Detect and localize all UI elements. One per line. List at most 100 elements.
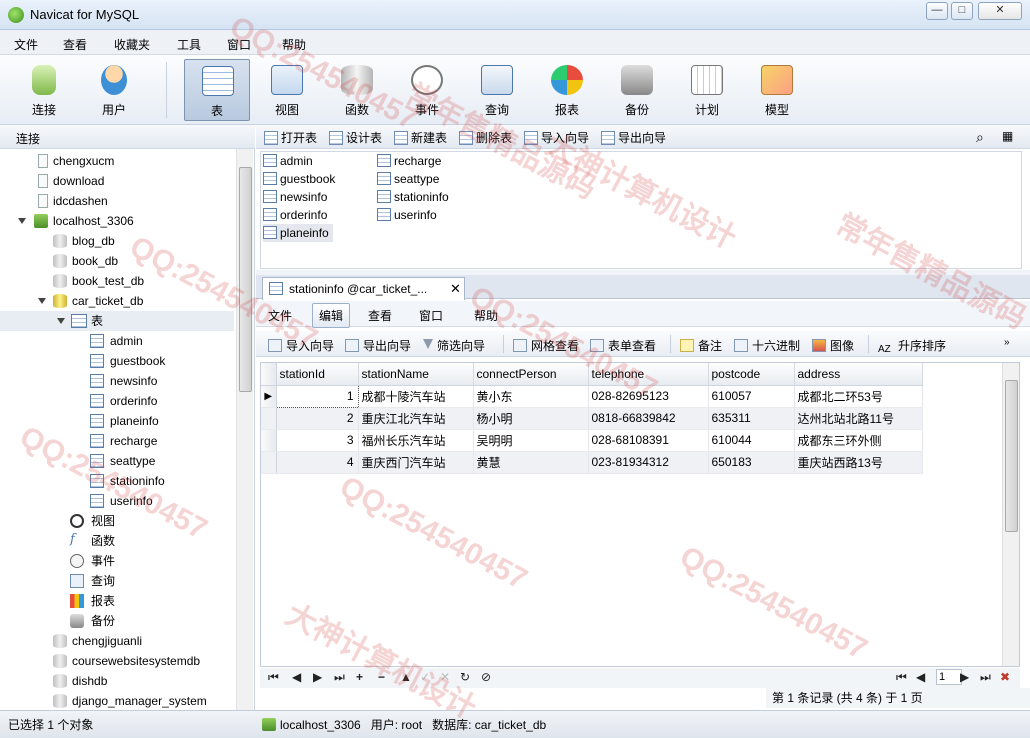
table-row[interactable]: 4 重庆西门汽车站 黄慧 023-81934312 650183 重庆站西路13… — [261, 451, 923, 474]
cell-connectperson[interactable]: 黄慧 — [473, 451, 589, 474]
tree-item-localhost[interactable]: localhost_3306 — [0, 211, 236, 231]
open-table-button[interactable]: 打开表 — [264, 129, 317, 146]
search-icon[interactable]: ⌕ — [976, 129, 984, 146]
tree-item-car-ticket-db[interactable]: car_ticket_db — [0, 291, 236, 311]
tree-scrollbar[interactable] — [236, 149, 253, 710]
cell-stationname[interactable]: 福州长乐汽车站 — [358, 429, 474, 452]
grid-view-button[interactable]: 网格查看 — [513, 337, 579, 354]
column-header-telephone[interactable]: telephone — [588, 363, 709, 386]
menu-file[interactable]: 文件 — [14, 36, 38, 53]
tree-item-dishdb[interactable]: dishdb — [0, 671, 236, 691]
tree-item-table-planeinfo[interactable]: planeinfo — [0, 411, 236, 431]
object-orderinfo[interactable]: orderinfo — [263, 206, 327, 224]
image-button[interactable]: 图像 — [812, 337, 854, 354]
table-row[interactable]: 2 重庆江北汽车站 杨小明 0818-66839842 635311 达州北站北… — [261, 407, 923, 430]
cell-telephone[interactable]: 023-81934312 — [588, 451, 709, 474]
column-header-address[interactable]: address — [794, 363, 923, 386]
cell-stationid[interactable]: 2 — [276, 407, 359, 430]
last-page-icon[interactable]: ⏭ — [980, 670, 991, 685]
toolbar-report-button[interactable]: 报表 — [534, 59, 600, 121]
object-userinfo[interactable]: userinfo — [377, 206, 437, 224]
tree-item-table-userinfo[interactable]: userinfo — [0, 491, 236, 511]
tools-icon[interactable]: ✖ — [1000, 670, 1010, 684]
cell-telephone[interactable]: 0818-66839842 — [588, 407, 709, 430]
tree-item-django-manager-system[interactable]: django_manager_system — [0, 691, 236, 710]
toolbar-event-button[interactable]: 事件 — [394, 59, 460, 121]
toolbar-schedule-button[interactable]: 计划 — [674, 59, 740, 121]
object-planeinfo[interactable]: planeinfo — [263, 224, 333, 242]
tree-item-table-orderinfo[interactable]: orderinfo — [0, 391, 236, 411]
first-record-icon[interactable]: ⏮ — [268, 670, 279, 685]
tree-item-table-guestbook[interactable]: guestbook — [0, 351, 236, 371]
object-seattype[interactable]: seattype — [377, 170, 439, 188]
tree-item-download[interactable]: download — [0, 171, 236, 191]
grid-scrollbar-thumb[interactable] — [1005, 380, 1018, 532]
cell-telephone[interactable]: 028-68108391 — [588, 429, 709, 452]
close-button[interactable]: ✕ — [978, 2, 1022, 20]
tree-item-views[interactable]: 视图 — [0, 511, 236, 531]
column-header-stationid[interactable]: stationId — [276, 363, 359, 386]
cell-stationid[interactable]: 4 — [276, 451, 359, 474]
cell-stationname[interactable]: 重庆江北汽车站 — [358, 407, 474, 430]
menu-help[interactable]: 帮助 — [282, 36, 306, 53]
cell-connectperson[interactable]: 杨小明 — [473, 407, 589, 430]
column-header-stationname[interactable]: stationName — [358, 363, 474, 386]
editor-menu-edit[interactable]: 编辑 — [312, 303, 351, 328]
toolbar-backup-button[interactable]: 备份 — [604, 59, 670, 121]
form-view-button[interactable]: 表单查看 — [590, 337, 656, 354]
object-admin[interactable]: admin — [263, 152, 313, 170]
tree-item-blog-db[interactable]: blog_db — [0, 231, 236, 251]
tree-item-idcdashen[interactable]: idcdashen — [0, 191, 236, 211]
delete-record-icon[interactable]: − — [378, 670, 385, 684]
last-record-icon[interactable]: ⏭ — [334, 670, 345, 685]
cell-postcode[interactable]: 610057 — [708, 385, 795, 408]
table-row[interactable]: ▶ 1 成都十陵汽车站 黄小东 028-82695123 610057 成都北二… — [261, 384, 923, 408]
first-page-icon[interactable]: ⏮ — [896, 670, 907, 685]
next-record-icon[interactable]: ▶ — [313, 670, 322, 684]
editor-menu-window[interactable]: 窗口 — [419, 307, 443, 324]
object-newsinfo[interactable]: newsinfo — [263, 188, 327, 206]
menu-window[interactable]: 窗口 — [227, 36, 251, 53]
apply-icon[interactable]: ▲ — [400, 670, 412, 684]
cell-stationname[interactable]: 成都十陵汽车站 — [358, 385, 474, 408]
design-table-button[interactable]: 设计表 — [329, 129, 382, 146]
prev-record-icon[interactable]: ◀ — [292, 670, 301, 684]
toolbar-table-button[interactable]: 表 — [184, 59, 250, 121]
next-page-icon[interactable]: ▶ — [960, 670, 969, 684]
page-number-input[interactable]: 1 — [936, 669, 962, 685]
import-wizard-button[interactable]: 导入向导 — [524, 129, 589, 146]
cell-address[interactable]: 成都北二环53号 — [794, 385, 923, 408]
tree-item-book-test-db[interactable]: book_test_db — [0, 271, 236, 291]
menu-tools[interactable]: 工具 — [177, 36, 201, 53]
tree-item-coursewebsitesystemdb[interactable]: coursewebsitesystemdb — [0, 651, 236, 671]
tree-scrollbar-thumb[interactable] — [239, 167, 252, 392]
tree-item-table-admin[interactable]: admin — [0, 331, 236, 351]
refresh-icon[interactable]: ↻ — [460, 670, 470, 684]
tree-item-tables-folder[interactable]: 表 — [0, 311, 234, 331]
tree-item-backups[interactable]: 备份 — [0, 611, 236, 631]
export-wizard-button[interactable]: 导出向导 — [601, 129, 666, 146]
delete-table-button[interactable]: 删除表 — [459, 129, 512, 146]
grid-import-button[interactable]: 导入向导 — [268, 337, 334, 354]
cell-connectperson[interactable]: 吴明明 — [473, 429, 589, 452]
prev-page-icon[interactable]: ◀ — [916, 670, 925, 684]
object-guestbook[interactable]: guestbook — [263, 170, 335, 188]
cell-connectperson[interactable]: 黄小东 — [473, 385, 589, 408]
cell-postcode[interactable]: 650183 — [708, 451, 795, 474]
stop-icon[interactable]: ⊘ — [481, 670, 491, 684]
cell-stationname[interactable]: 重庆西门汽车站 — [358, 451, 474, 474]
tree-item-chengjiguanli[interactable]: chengjiguanli — [0, 631, 236, 651]
cell-address[interactable]: 成都东三环外侧 — [794, 429, 923, 452]
tree-item-functions[interactable]: f 函数 — [0, 531, 236, 551]
tree-item-chengxucm[interactable]: chengxucm — [0, 151, 236, 171]
table-row[interactable]: 3 福州长乐汽车站 吴明明 028-68108391 610044 成都东三环外… — [261, 429, 923, 452]
cell-postcode[interactable]: 610044 — [708, 429, 795, 452]
editor-menu-help[interactable]: 帮助 — [474, 307, 498, 324]
expand-arrow-icon[interactable] — [18, 218, 26, 224]
tree-item-queries[interactable]: 查询 — [0, 571, 236, 591]
tree-item-table-stationinfo[interactable]: stationinfo — [0, 471, 236, 491]
column-header-connectperson[interactable]: connectPerson — [473, 363, 589, 386]
menu-view[interactable]: 查看 — [63, 36, 87, 53]
toolbar-query-button[interactable]: 查询 — [464, 59, 530, 121]
expand-arrow-icon[interactable] — [38, 298, 46, 304]
